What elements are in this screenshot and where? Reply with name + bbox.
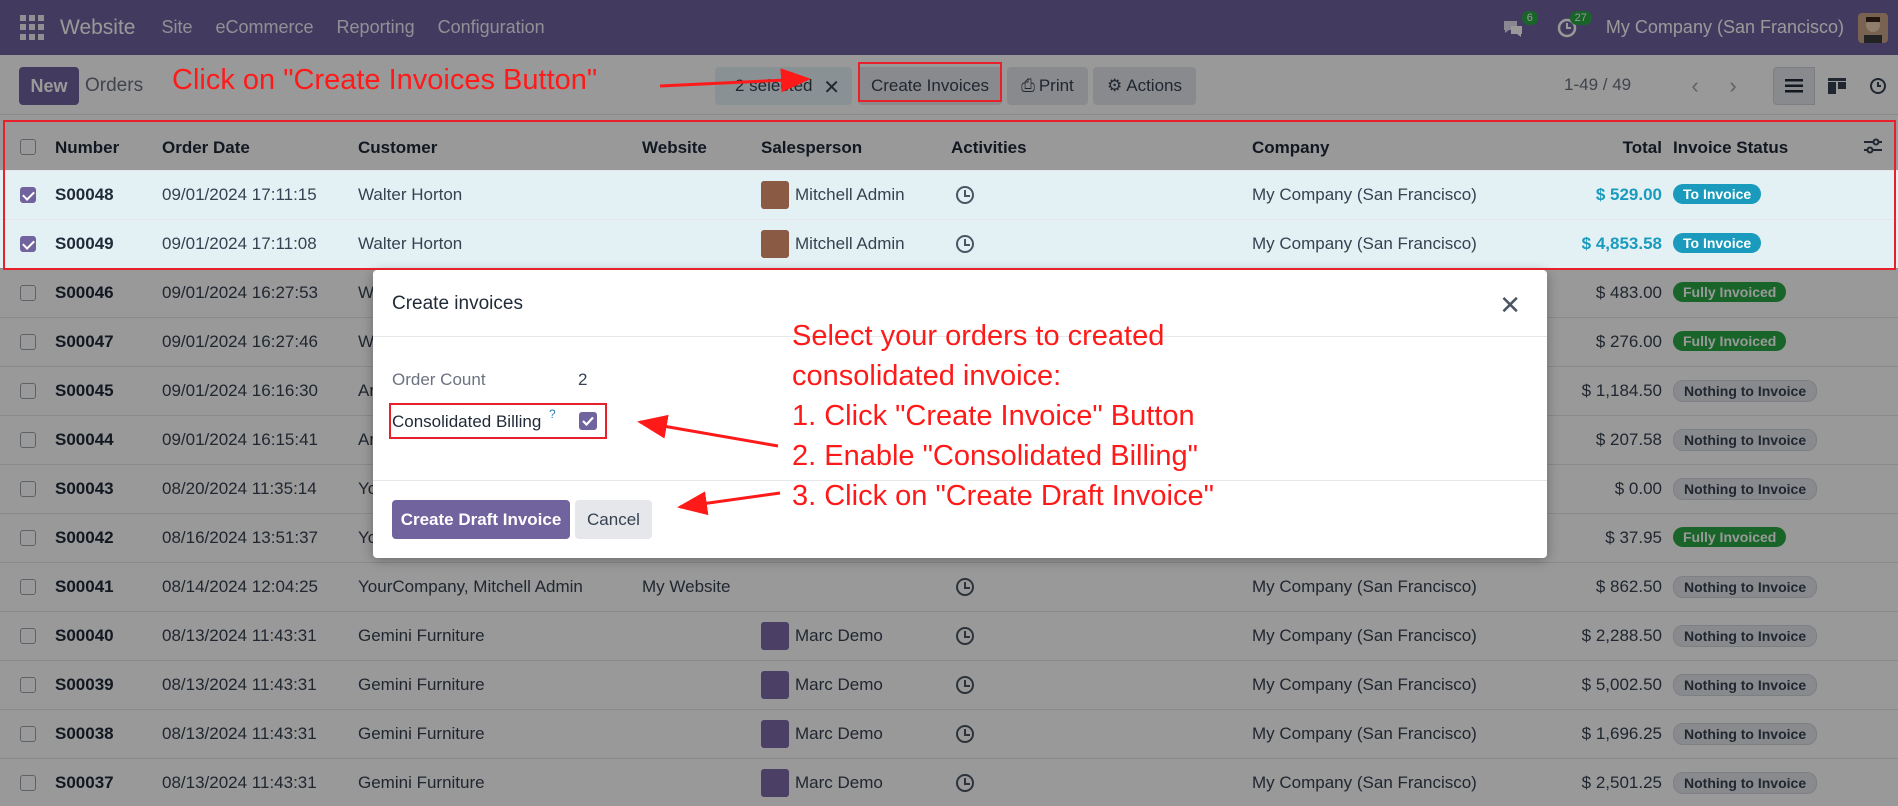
annotation-top-instruction: Click on "Create Invoices Button" xyxy=(172,64,598,96)
close-icon[interactable]: ✕ xyxy=(1499,290,1521,321)
annotation-step-3: 2. Enable "Consolidated Billing" xyxy=(792,440,1198,472)
annotation-box-create-invoices xyxy=(858,62,1002,102)
dialog-title: Create invoices xyxy=(392,293,523,314)
order-count-label: Order Count xyxy=(392,370,486,389)
annotation-step-2: 1. Click "Create Invoice" Button xyxy=(792,400,1195,432)
cancel-button[interactable]: Cancel xyxy=(575,500,652,539)
annotation-box-consolidated xyxy=(389,403,607,439)
annotation-step-1: consolidated invoice: xyxy=(792,360,1062,392)
order-count-value: 2 xyxy=(578,370,588,389)
create-draft-invoice-button[interactable]: Create Draft Invoice xyxy=(392,500,570,539)
annotation-step-0: Select your orders to created xyxy=(792,320,1165,352)
annotation-steps: Select your orders to created consolidat… xyxy=(792,316,1214,516)
annotation-box-selected-rows xyxy=(3,120,1896,270)
annotation-step-4: 3. Click on "Create Draft Invoice" xyxy=(792,480,1214,512)
